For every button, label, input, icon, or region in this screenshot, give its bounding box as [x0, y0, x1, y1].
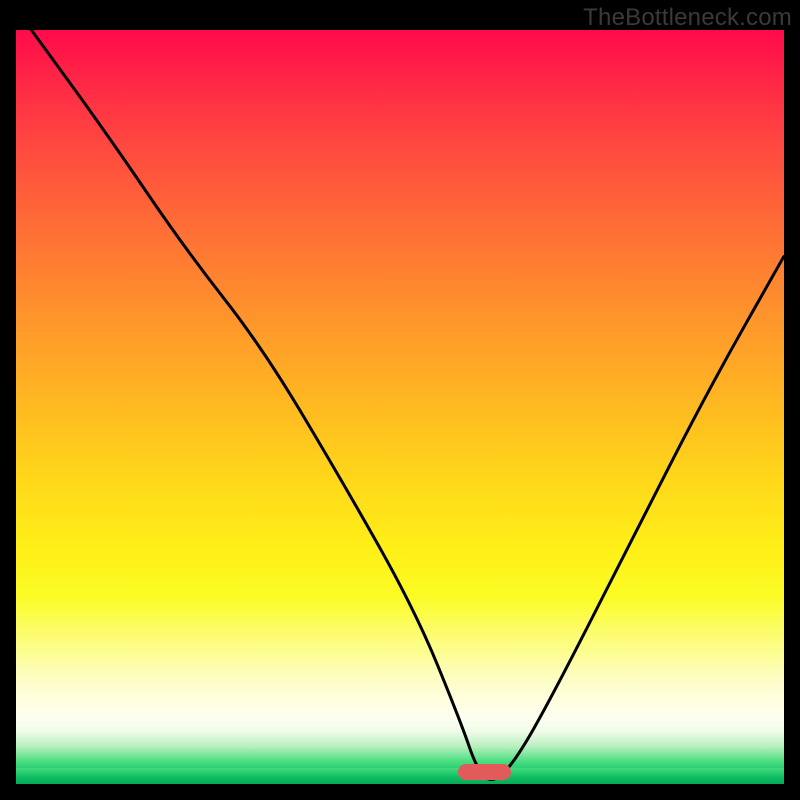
curve-svg: [16, 30, 784, 784]
optimal-marker: [458, 764, 510, 780]
chart-container: TheBottleneck.com: [0, 0, 800, 800]
bottleneck-curve: [31, 30, 784, 779]
watermark-text: TheBottleneck.com: [583, 4, 792, 32]
plot-area: [16, 30, 784, 784]
